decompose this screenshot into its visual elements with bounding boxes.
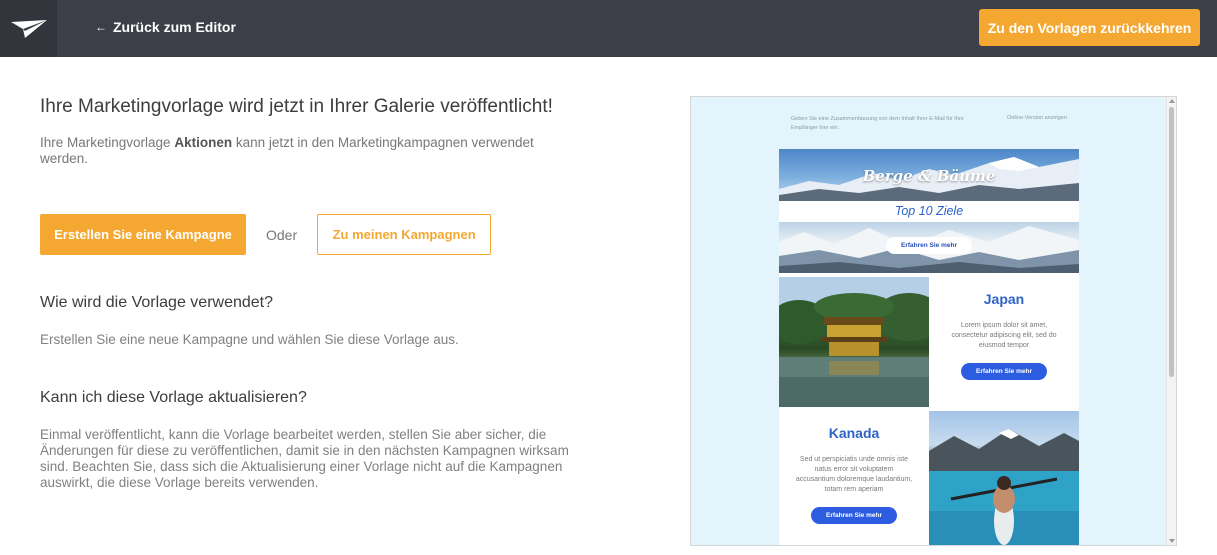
section-usage-text: Erstellen Sie eine neue Kampagne und wäh… xyxy=(40,332,459,347)
intro-prefix: Ihre Marketingvorlage xyxy=(40,135,175,150)
template-name: Aktionen xyxy=(174,135,233,150)
publish-info: Ihre Marketingvorlage wird jetzt in Ihre… xyxy=(40,95,580,167)
hero-learn-more-button[interactable]: Erfahren Sie mehr xyxy=(886,237,972,254)
japan-title: Japan xyxy=(983,291,1025,307)
return-to-templates-button[interactable]: Zu den Vorlagen zurückkehren xyxy=(979,9,1200,46)
japan-card: Japan Lorem ipsum dolor sit amet, consec… xyxy=(929,277,1079,407)
scroll-down-icon[interactable] xyxy=(1169,539,1175,543)
or-label: Oder xyxy=(266,226,298,243)
scroll-up-icon[interactable] xyxy=(1169,99,1175,103)
section-usage-title: Wie wird die Vorlage verwendet? xyxy=(40,294,274,311)
hero-subtitle: Top 10 Ziele xyxy=(779,201,1079,222)
top-bar: ← Zurück zum Editor Zu den Vorlagen zurü… xyxy=(0,0,1217,57)
preview-scrollbar[interactable] xyxy=(1166,97,1176,545)
japan-image xyxy=(779,277,929,407)
back-to-editor-link[interactable]: ← Zurück zum Editor xyxy=(95,19,236,35)
kanada-learn-more-button[interactable]: Erfahren Sie mehr xyxy=(811,507,897,524)
email-body: Berge & Bäume Top 10 Ziele Erfahren Sie … xyxy=(779,149,1079,545)
my-campaigns-button[interactable]: Zu meinen Kampagnen xyxy=(317,214,492,255)
arrow-left-icon: ← xyxy=(95,20,107,34)
kanada-image xyxy=(929,411,1079,545)
back-to-editor-label: Zurück zum Editor xyxy=(113,19,236,35)
japan-learn-more-button[interactable]: Erfahren Sie mehr xyxy=(961,363,1047,380)
create-campaign-button[interactable]: Erstellen Sie eine Kampagne xyxy=(40,214,246,255)
logo[interactable] xyxy=(0,0,57,57)
paper-plane-icon xyxy=(10,19,47,38)
action-row: Erstellen Sie eine Kampagne Oder Zu mein… xyxy=(40,214,492,255)
kanada-text: Sed ut perspiciatis unde omnis iste natu… xyxy=(795,456,913,493)
section-update-title: Kann ich diese Vorlage aktualisieren? xyxy=(40,389,307,406)
japan-text: Lorem ipsum dolor sit amet, consectetur … xyxy=(951,322,1057,349)
intro-text: Ihre Marketingvorlage Aktionen kann jetz… xyxy=(40,135,580,167)
kanada-card: Kanada Sed ut perspiciatis unde omnis is… xyxy=(779,411,929,545)
kanada-title: Kanada xyxy=(828,425,880,441)
preview-summary: Geben Sie eine Zusammenfassung von dem I… xyxy=(791,116,964,131)
page-title: Ihre Marketingvorlage wird jetzt in Ihre… xyxy=(40,96,553,117)
scroll-thumb[interactable] xyxy=(1169,107,1174,377)
hero-title: Berge & Bäume xyxy=(862,167,996,185)
preview-online-version-link[interactable]: Online-Version anzeigen xyxy=(1007,115,1067,121)
template-preview[interactable]: Geben Sie eine Zusammenfassung von dem I… xyxy=(690,96,1177,546)
section-update-text: Einmal veröffentlicht, kann die Vorlage … xyxy=(40,427,569,490)
